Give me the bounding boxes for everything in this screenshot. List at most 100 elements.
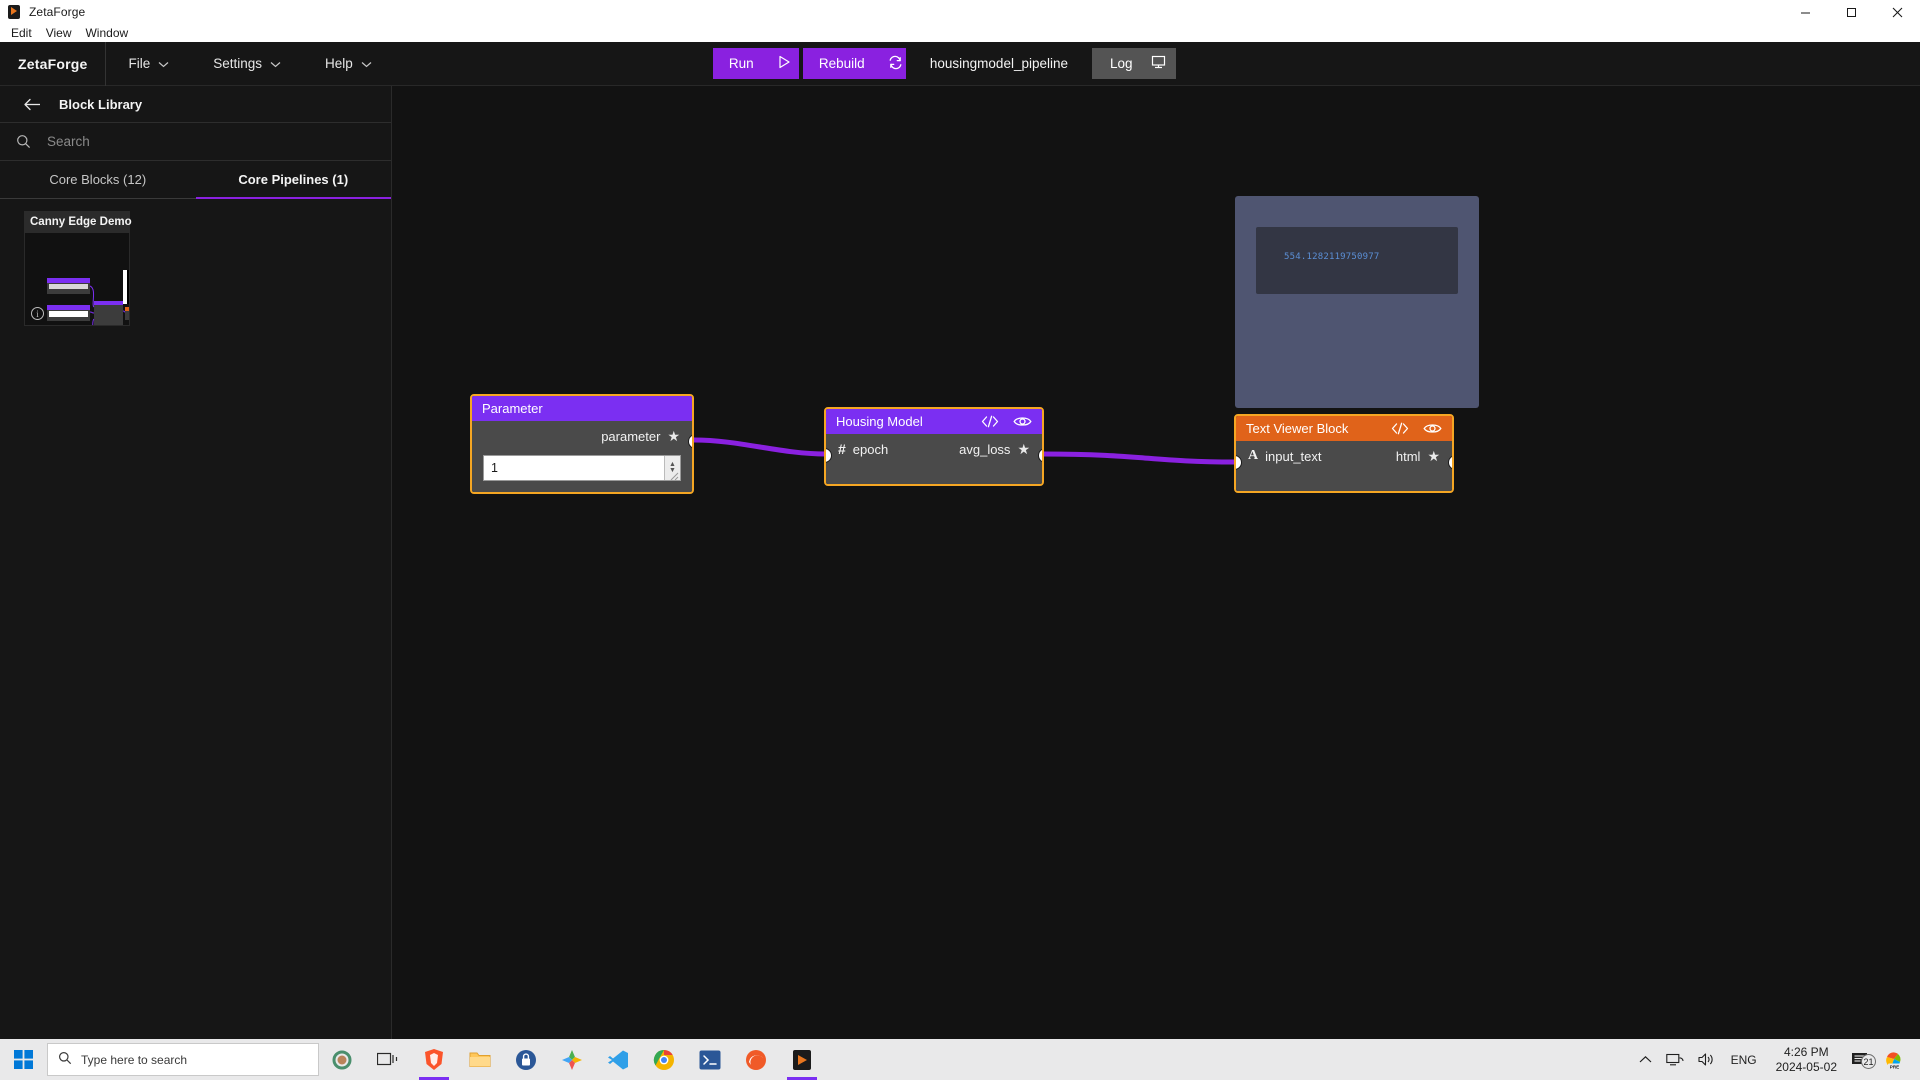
node-housing-model-header[interactable]: Housing Model (826, 409, 1042, 434)
taskbar-search-input[interactable]: Type here to search (47, 1043, 319, 1076)
pipeline-card-canny-edge-demo[interactable]: Canny Edge Demo i (24, 211, 132, 326)
tray-language[interactable]: ENG (1722, 1053, 1766, 1067)
cortana-icon[interactable] (319, 1039, 365, 1080)
file-explorer-icon[interactable] (457, 1039, 503, 1080)
node-parameter-header[interactable]: Parameter (472, 396, 692, 421)
tab-core-pipelines-label: Core Pipelines (1) (238, 171, 349, 187)
volume-icon[interactable] (1691, 1052, 1722, 1067)
window-menu-window[interactable]: Window (78, 25, 135, 41)
system-tray: ENG 4:26 PM 2024-05-02 21 PRE (1632, 1045, 1920, 1075)
run-button[interactable]: Run (712, 48, 799, 79)
output-html[interactable]: html ★ (1396, 449, 1440, 464)
page-title: Block Library (59, 96, 143, 112)
refresh-icon (887, 54, 904, 74)
tray-clock[interactable]: 4:26 PM 2024-05-02 (1766, 1045, 1847, 1075)
output-parameter-label: parameter (601, 428, 661, 444)
tab-core-blocks[interactable]: Core Blocks (12) (0, 161, 196, 199)
node-parameter[interactable]: Parameter parameter ★ 1 ▲ ▼ (470, 394, 694, 494)
notifications-icon[interactable]: 21 (1847, 1051, 1876, 1069)
chrome-icon[interactable] (641, 1039, 687, 1080)
input-epoch-label: epoch (852, 441, 889, 457)
window-menu-bar: Edit View Window (0, 24, 1920, 42)
window-title-bar: ZetaForge (0, 0, 1920, 24)
app-brand: ZetaForge (18, 55, 88, 72)
input-epoch[interactable]: # epoch (838, 441, 888, 457)
info-icon[interactable]: i (31, 307, 44, 320)
node-parameter-body: parameter ★ 1 ▲ ▼ (472, 421, 692, 492)
type-text-icon: A (1248, 448, 1259, 463)
code-icon[interactable] (1391, 422, 1409, 435)
resize-grip-icon[interactable] (670, 470, 679, 481)
star-icon[interactable]: ★ (1017, 442, 1030, 456)
window-menu-view[interactable]: View (39, 25, 79, 41)
input-input-text[interactable]: A input_text (1248, 448, 1322, 464)
network-icon[interactable] (1659, 1052, 1691, 1067)
node-text-viewer-header[interactable]: Text Viewer Block (1236, 416, 1452, 441)
security-icon[interactable] (503, 1039, 549, 1080)
node-housing-model-io-row: # epoch avg_loss ★ (826, 434, 1042, 464)
close-icon[interactable] (1874, 0, 1920, 24)
windows-taskbar: Type here to search ENG 4:26 PM 2024-05-… (0, 1039, 1920, 1080)
type-number-icon: # (838, 441, 846, 457)
rebuild-button[interactable]: Rebuild (802, 48, 906, 79)
node-housing-model[interactable]: Housing Model # epoch avg_loss ★ (824, 407, 1044, 486)
taskbar-search-placeholder: Type here to search (81, 1052, 188, 1067)
node-housing-model-body: # epoch avg_loss ★ (826, 434, 1042, 484)
tray-date: 2024-05-02 (1775, 1059, 1837, 1074)
menu-settings[interactable]: Settings (191, 42, 303, 86)
store-icon[interactable] (549, 1039, 595, 1080)
eye-icon[interactable] (1423, 422, 1442, 435)
pipeline-name[interactable]: housingmodel_pipeline (906, 56, 1092, 71)
block-library-sidebar: Block Library Core Blocks (12) Core Pipe… (0, 86, 392, 1080)
menu-help[interactable]: Help (303, 42, 394, 86)
terminal-icon[interactable] (687, 1039, 733, 1080)
output-parameter[interactable]: parameter ★ (601, 429, 680, 444)
library-tabs: Core Blocks (12) Core Pipelines (1) (0, 161, 391, 199)
run-button-label: Run (728, 56, 754, 71)
menu-file[interactable]: File (106, 42, 191, 86)
zetaforge-icon (6, 4, 22, 20)
star-icon[interactable]: ★ (1427, 449, 1440, 463)
pipeline-canvas[interactable]: 554.1282119750977 Parameter parameter ★ (392, 86, 1920, 1080)
chevron-down-icon (158, 56, 169, 71)
task-view-icon[interactable] (365, 1039, 411, 1080)
library-header: Block Library (0, 86, 391, 123)
node-parameter-input-wrap: 1 ▲ ▼ (472, 451, 692, 492)
tray-time: 4:26 PM (1783, 1044, 1829, 1059)
search-icon (58, 1051, 72, 1068)
arrow-left-icon[interactable] (24, 98, 41, 111)
search-icon (16, 134, 31, 149)
copilot-icon[interactable]: PRE (1876, 1049, 1912, 1071)
edge-beta-icon[interactable] (733, 1039, 779, 1080)
menu-settings-label: Settings (213, 56, 263, 71)
pipeline-edges (691, 437, 1238, 465)
parameter-value-field[interactable]: 1 ▲ ▼ (483, 455, 681, 481)
brave-icon[interactable] (411, 1039, 457, 1080)
output-html-label: html (1395, 448, 1421, 464)
monitor-icon (1149, 54, 1167, 73)
chevron-down-icon (361, 56, 372, 71)
maximize-icon[interactable] (1828, 0, 1874, 24)
log-button[interactable]: Log (1092, 48, 1176, 79)
zetaforge-icon[interactable] (779, 1039, 825, 1080)
node-housing-model-title: Housing Model (836, 414, 923, 429)
log-button-label: Log (1110, 56, 1133, 71)
output-avg-loss[interactable]: avg_loss ★ (959, 442, 1030, 457)
node-text-viewer-block[interactable]: Text Viewer Block A input_text html ★ (1234, 414, 1454, 493)
search-input[interactable] (47, 134, 391, 149)
tab-core-pipelines[interactable]: Core Pipelines (1) (195, 161, 391, 199)
code-icon[interactable] (981, 415, 999, 428)
node-parameter-title: Parameter (482, 401, 543, 416)
node-parameter-output-row: parameter ★ (472, 421, 692, 451)
star-icon[interactable]: ★ (667, 429, 680, 443)
windows-start-icon[interactable] (0, 1039, 47, 1080)
search-row (0, 123, 391, 161)
node-text-viewer-body: A input_text html ★ (1236, 441, 1452, 491)
play-icon (776, 54, 792, 73)
vscode-icon[interactable] (595, 1039, 641, 1080)
minimize-icon[interactable] (1782, 0, 1828, 24)
chevron-up-icon[interactable] (1632, 1055, 1659, 1064)
window-menu-edit[interactable]: Edit (4, 25, 39, 41)
eye-icon[interactable] (1013, 415, 1032, 428)
app-window: ZetaForge Edit View Window ZetaForge Fil… (0, 0, 1920, 1080)
